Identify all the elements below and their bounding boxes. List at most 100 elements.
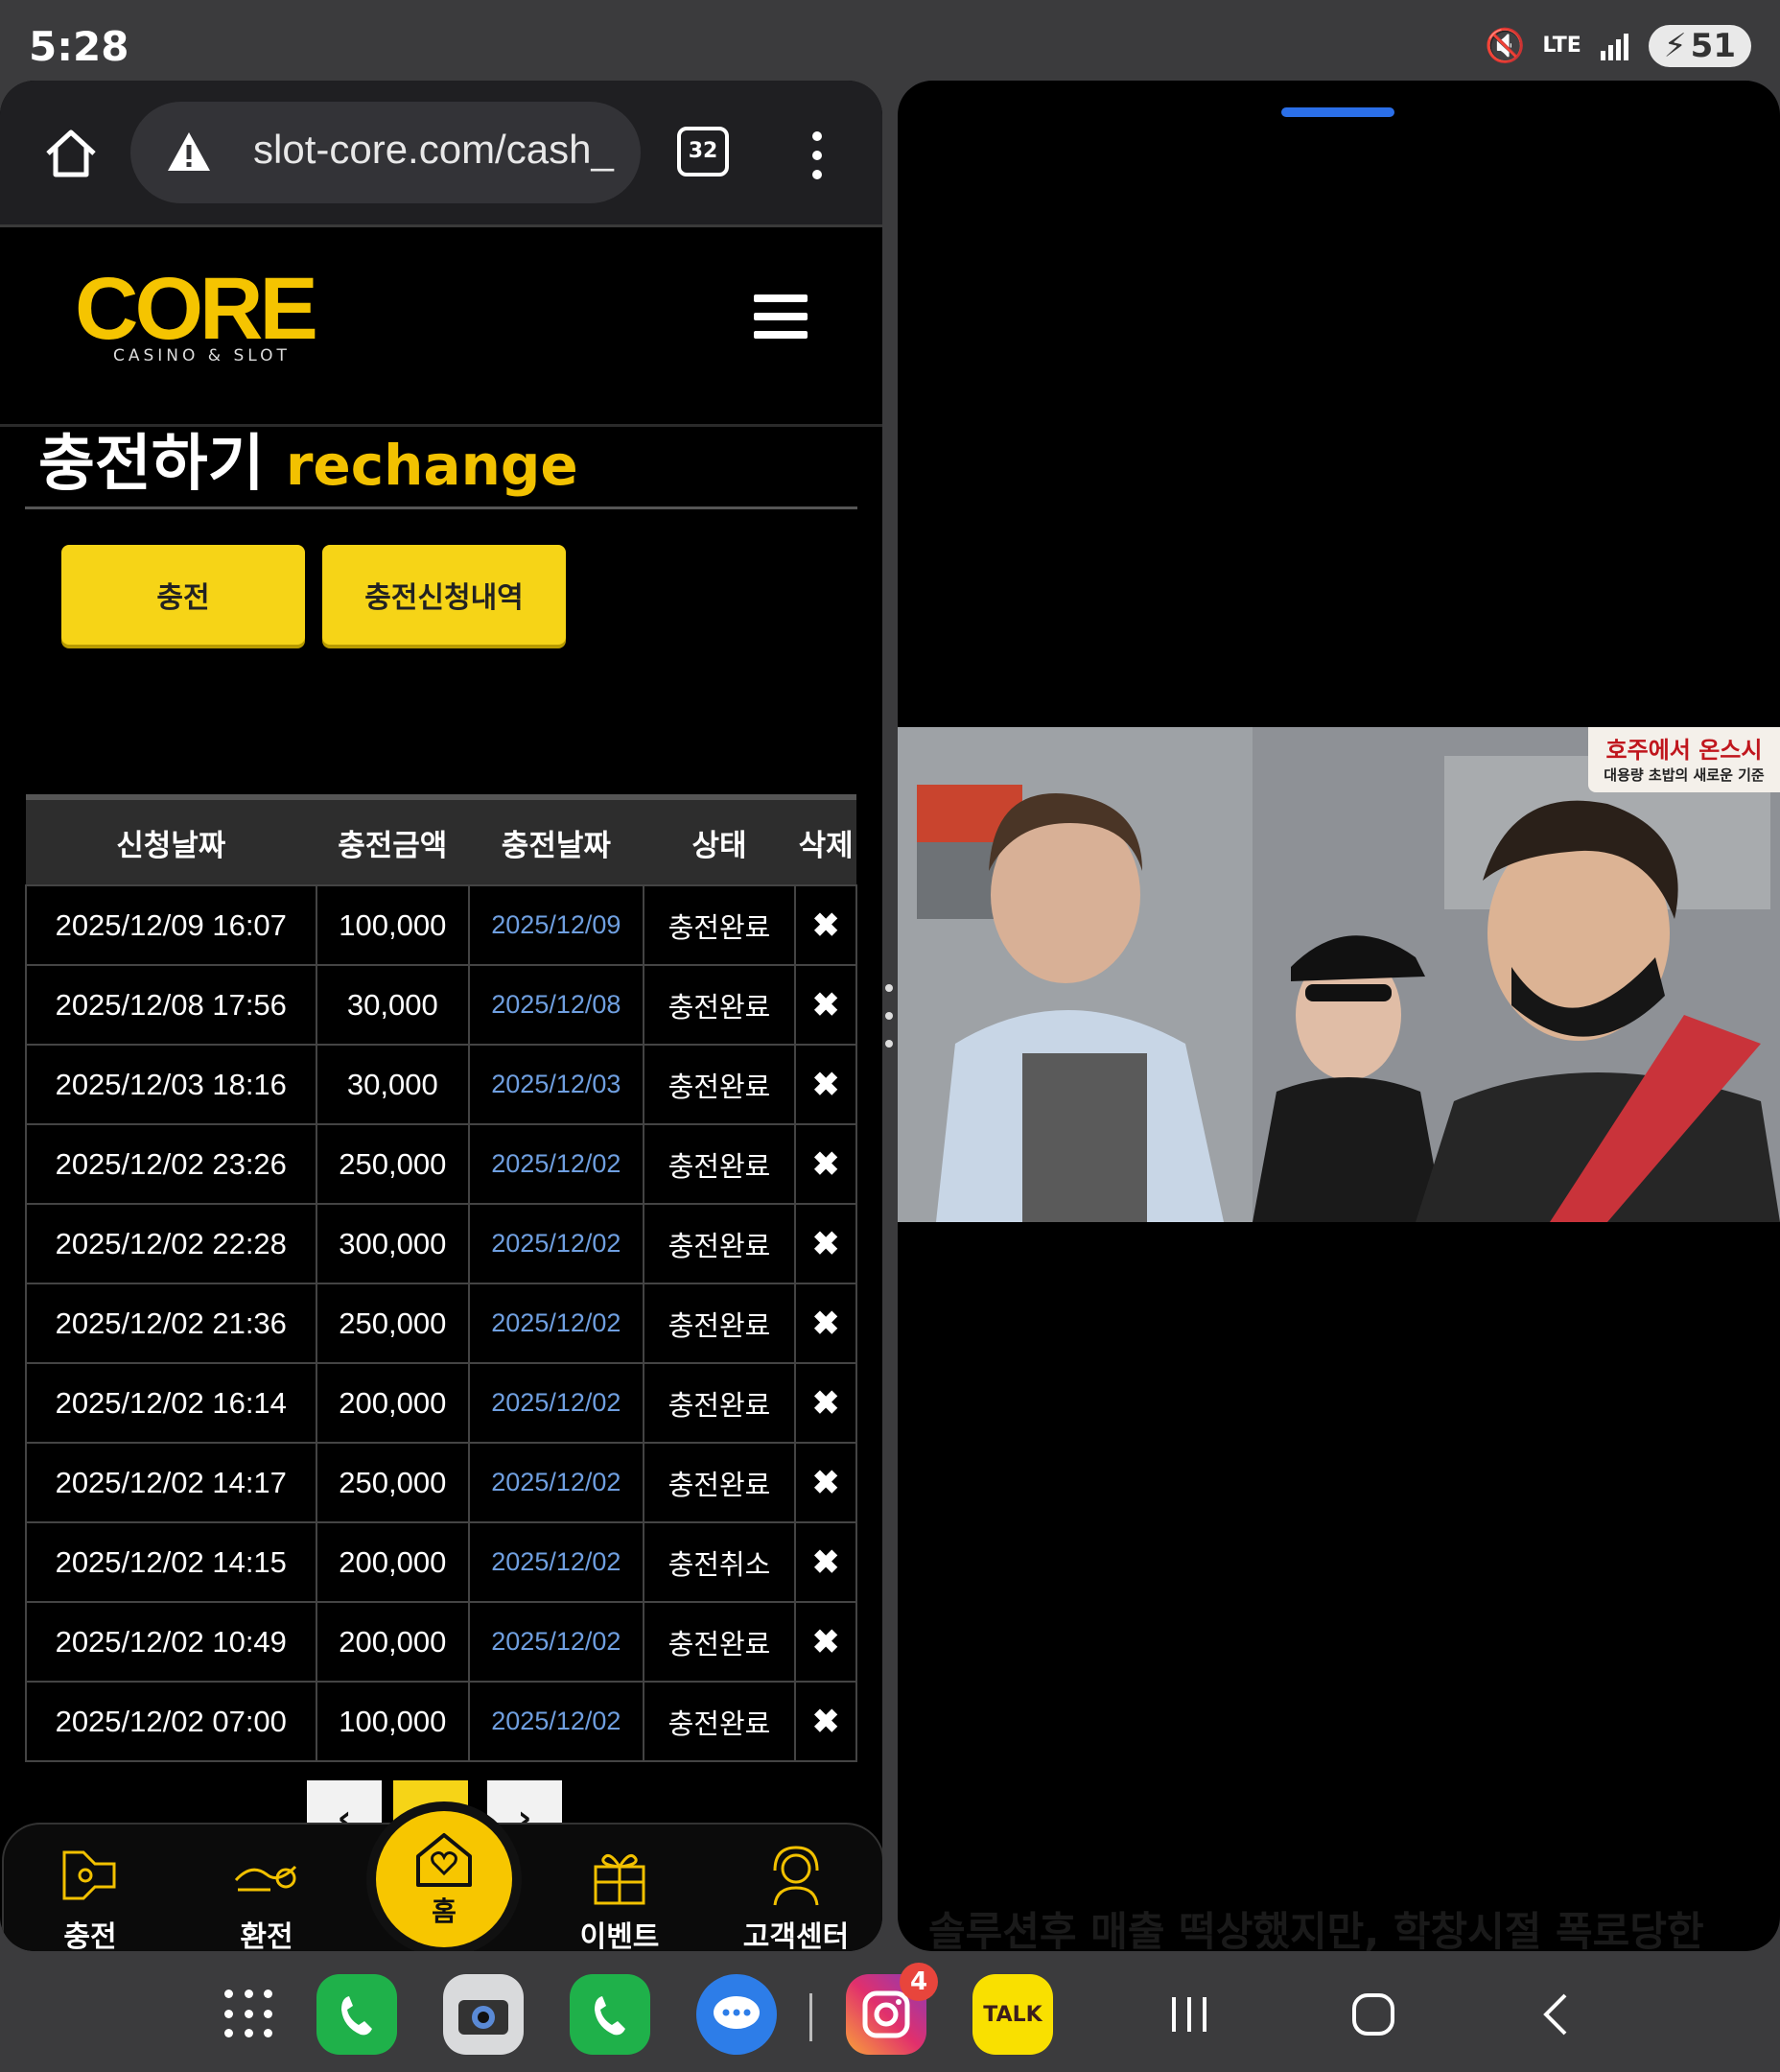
delete-row-icon[interactable]: ✖ [794,1203,857,1284]
cell-request-date: 2025/12/09 16:07 [25,884,317,966]
nav-event[interactable]: 이벤트 [543,1842,696,1951]
cell-amount: 250,000 [315,1442,471,1523]
video-app-window: 호주에서 온스시 대용량 초밥의 새로운 기준 솔루션후 매출 떡상했지만, 학… [898,81,1780,1951]
charge-icon [13,1842,167,1909]
nav-support-label: 고객센터 [742,1920,850,1951]
tab-switcher-button[interactable]: 32 [677,127,729,177]
nav-charge-label: 충전 [63,1920,117,1951]
table-row: 2025/12/02 22:28 300,000 2025/12/02 충전완료 ✖ [25,1203,857,1284]
delete-row-icon[interactable]: ✖ [794,1283,857,1364]
browser-window: slot-core.com/cash_ 32 CORE CASINO & SLO… [0,81,882,1951]
header-amount: 충전금액 [316,794,470,885]
browser-toolbar: slot-core.com/cash_ 32 [0,81,882,227]
cell-status: 충전완료 [642,1203,797,1284]
table-row: 2025/12/02 21:36 250,000 2025/12/02 충전완료 ✖ [25,1283,857,1364]
home-heart-icon [416,1833,472,1887]
split-view-divider-handle[interactable] [884,984,894,1048]
delete-row-icon[interactable]: ✖ [794,964,857,1046]
app-drawer-icon[interactable] [224,1990,276,2041]
charge-tab-button[interactable]: 충전 [61,545,305,645]
more-options-icon[interactable] [808,130,827,180]
cell-amount: 200,000 [315,1601,471,1683]
cell-amount: 250,000 [315,1123,471,1205]
home-icon[interactable] [42,125,100,182]
delete-row-icon[interactable]: ✖ [794,1521,857,1603]
cell-amount: 250,000 [315,1283,471,1364]
cell-charge-date: 2025/12/02 [468,1123,644,1205]
instagram-app-icon[interactable]: 4 [846,1963,938,2055]
status-icons: 🔇 LTE ⚡ 51 [1485,25,1751,67]
delete-row-icon[interactable]: ✖ [794,1362,857,1444]
table-row: 2025/12/08 17:56 30,000 2025/12/08 충전완료 ✖ [25,964,857,1046]
cell-status: 충전완료 [642,1362,797,1444]
video-caption: 솔루션후 매출 떡상했지만, 학창시절 폭로당한 [928,1908,1704,1951]
delete-row-icon[interactable]: ✖ [794,1601,857,1683]
warning-icon[interactable] [165,129,213,177]
phone-app-icon[interactable] [316,1974,397,2055]
lte-indicator: LTE [1542,34,1581,58]
cell-charge-date: 2025/12/02 [468,1681,644,1762]
table-row: 2025/12/02 23:26 250,000 2025/12/02 충전완료 ✖ [25,1123,857,1205]
battery-level: 51 [1690,27,1736,65]
phone-app-icon-2[interactable] [570,1974,650,2055]
status-bar: 5:28 🔇 LTE ⚡ 51 [0,0,1780,81]
video-channel-badge: 호주에서 온스시 대용량 초밥의 새로운 기준 [1588,727,1780,792]
hamburger-menu-icon[interactable] [754,294,808,339]
nav-support[interactable]: 고객센터 [719,1842,873,1951]
delete-row-icon[interactable]: ✖ [794,1442,857,1523]
charge-history-tab-button[interactable]: 충전신청내역 [322,545,566,645]
battery-indicator: ⚡ 51 [1648,25,1751,67]
site-header: CORE CASINO & SLOT [0,227,882,427]
camera-app-icon[interactable] [443,1974,524,2055]
nav-exchange-label: 환전 [240,1920,293,1951]
address-bar[interactable]: slot-core.com/cash_ [130,102,641,203]
cell-amount: 200,000 [315,1521,471,1603]
gift-icon [543,1842,696,1909]
nav-home[interactable]: 홈 [376,1811,512,1947]
cell-request-date: 2025/12/08 17:56 [25,964,317,1046]
cell-status: 충전취소 [642,1521,797,1603]
cell-status: 충전완료 [642,1044,797,1125]
header-charge-date: 충전날짜 [469,794,644,885]
table-row: 2025/12/02 10:49 200,000 2025/12/02 충전완료 ✖ [25,1601,857,1683]
cell-amount: 100,000 [315,1681,471,1762]
table-header-row: 신청날짜 충전금액 충전날짜 상태 삭제 [26,794,856,885]
site-logo[interactable]: CORE CASINO & SLOT [75,260,324,371]
messages-app-icon[interactable] [696,1974,777,2055]
cell-request-date: 2025/12/02 21:36 [25,1283,317,1364]
notification-badge: 4 [900,1963,938,2001]
headset-icon [719,1842,873,1909]
delete-row-icon[interactable]: ✖ [794,884,857,966]
back-icon[interactable] [1529,1986,1586,2043]
delete-row-icon[interactable]: ✖ [794,1681,857,1762]
taskbar-separator [809,1993,812,2041]
cell-charge-date: 2025/12/09 [468,884,644,966]
page-title-ko: 충전하기 [38,429,265,500]
url-text: slot-core.com/cash_ [253,127,614,172]
exchange-icon [190,1842,343,1909]
cell-status: 충전완료 [642,1681,797,1762]
nav-charge[interactable]: 충전 [13,1842,167,1951]
badge-title: 호주에서 온스시 [1605,737,1763,764]
logo-text: CORE [75,260,318,358]
cell-request-date: 2025/12/02 07:00 [25,1681,317,1762]
cell-request-date: 2025/12/02 14:15 [25,1521,317,1603]
table-body: 2025/12/09 16:07 100,000 2025/12/09 충전완료 ✖ 20… [25,884,857,1762]
table-row: 2025/12/02 14:15 200,000 2025/12/02 충전취소 ✖ [25,1521,857,1603]
cell-amount: 300,000 [315,1203,471,1284]
signal-icon [1600,34,1628,60]
page-title-en: rechange [285,433,578,498]
home-button-icon[interactable] [1345,1986,1402,2043]
video-player[interactable]: 호주에서 온스시 대용량 초밥의 새로운 기준 [898,727,1780,1222]
video-frame-image [898,727,1780,1222]
cell-request-date: 2025/12/02 23:26 [25,1123,317,1205]
delete-row-icon[interactable]: ✖ [794,1123,857,1205]
nav-home-label: 홈 [432,1895,457,1927]
nav-exchange[interactable]: 환전 [190,1842,343,1951]
cell-request-date: 2025/12/02 14:17 [25,1442,317,1523]
recent-apps-icon[interactable] [1160,1986,1218,2043]
window-drag-handle[interactable] [1281,107,1394,117]
kakaotalk-app-icon[interactable]: TALK [972,1974,1053,2055]
cell-status: 충전완료 [642,884,797,966]
delete-row-icon[interactable]: ✖ [794,1044,857,1125]
